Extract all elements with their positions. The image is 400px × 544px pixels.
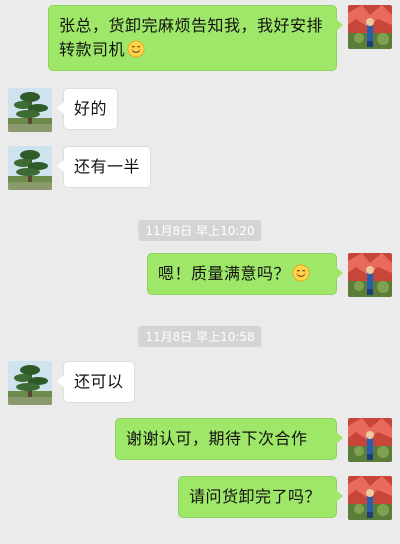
their-avatar[interactable] (8, 146, 52, 190)
timestamp: 11月8日 早上10:20 (138, 220, 262, 241)
message-bubble-in[interactable]: 还有一半 (56, 146, 152, 188)
smile-emoji-icon (292, 264, 310, 282)
my-avatar[interactable] (348, 476, 392, 520)
message-text: 还可以 (74, 372, 124, 391)
message-bubble-out[interactable]: 请问货卸完了吗？ (178, 476, 343, 518)
my-avatar[interactable] (348, 253, 392, 297)
message-bubble-out[interactable]: 谢谢认可，期待下次合作 (115, 418, 343, 460)
message-bubble-in[interactable]: 好的 (56, 88, 119, 130)
my-avatar[interactable] (348, 418, 392, 462)
message-text: 嗯！质量满意吗？ (158, 264, 291, 283)
their-avatar[interactable] (8, 88, 52, 132)
message-text: 好的 (74, 99, 108, 118)
message-bubble-in[interactable]: 还可以 (57, 361, 135, 403)
smile-emoji-icon (127, 40, 145, 58)
message-text: 张总，货卸完麻烦告知我，我好安排转款司机 (59, 16, 324, 59)
message-bubble-out[interactable]: 嗯！质量满意吗？ (147, 253, 343, 295)
message-bubble-out[interactable]: 张总，货卸完麻烦告知我，我好安排转款司机 (48, 5, 343, 71)
message-text: 请问货卸完了吗？ (189, 487, 322, 506)
my-avatar[interactable] (348, 5, 392, 49)
message-text: 谢谢认可，期待下次合作 (126, 429, 308, 448)
timestamp: 11月8日 早上10:58 (138, 326, 262, 347)
message-text: 还有一半 (74, 157, 141, 176)
their-avatar[interactable] (8, 361, 52, 405)
